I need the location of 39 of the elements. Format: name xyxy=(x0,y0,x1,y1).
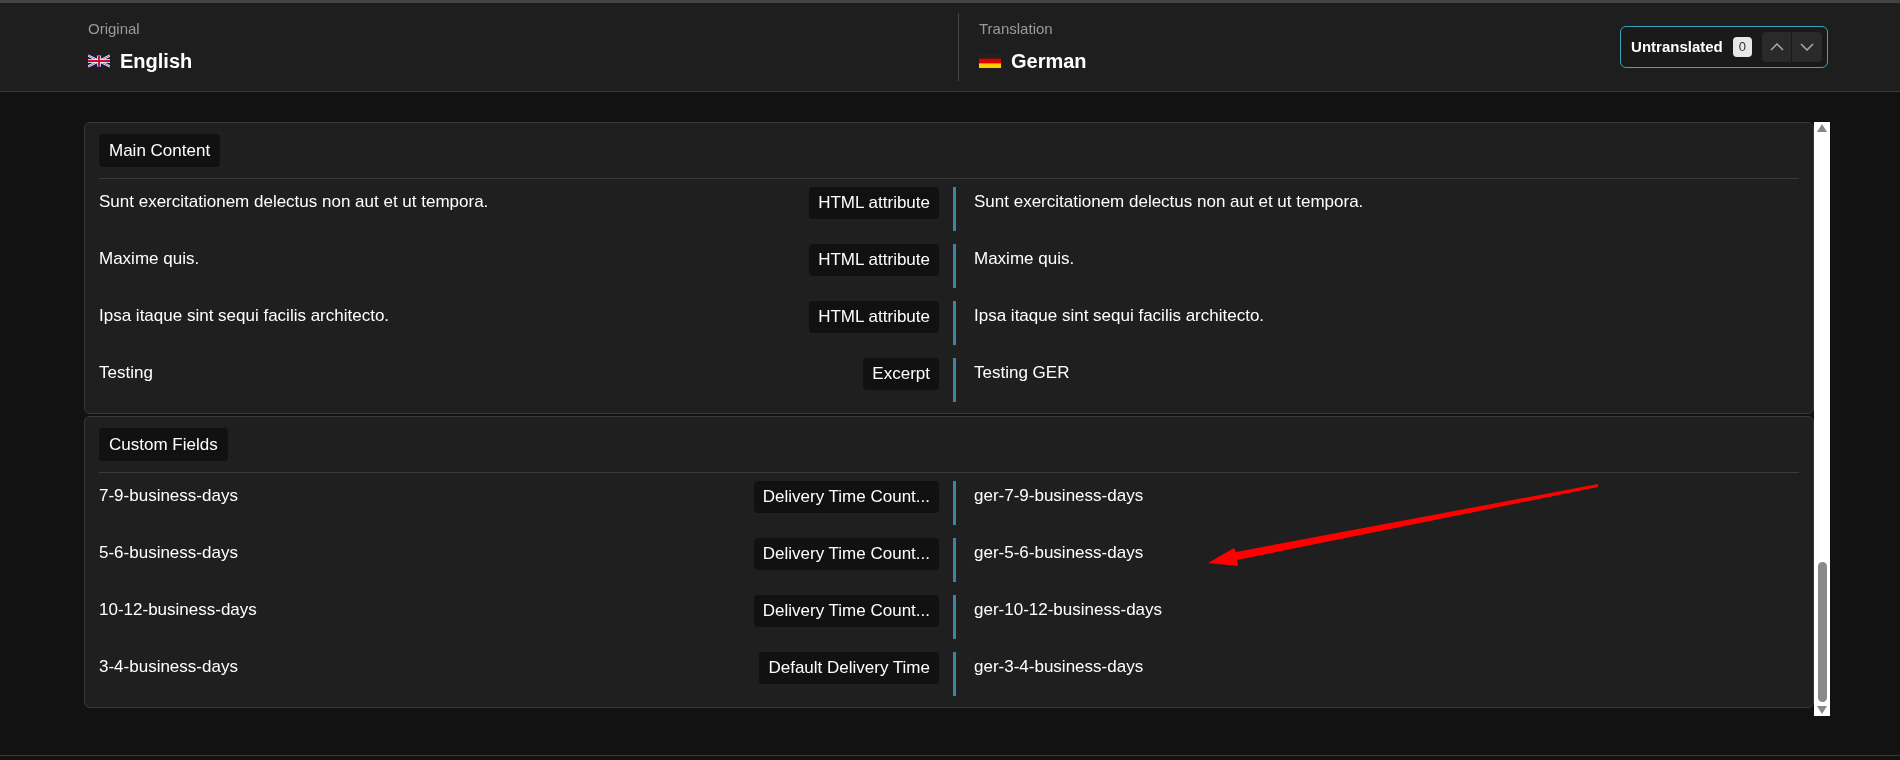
translation-text: ger-10-12-business-days xyxy=(974,599,1163,621)
chevron-down-icon xyxy=(1800,43,1814,51)
original-text: 7-9-business-days xyxy=(99,485,238,507)
original-text: 5-6-business-days xyxy=(99,542,238,564)
translation-text: Testing GER xyxy=(974,362,1070,384)
field-type-label: Excerpt xyxy=(863,358,939,390)
original-language: English xyxy=(120,49,193,75)
original-label: Original xyxy=(88,18,141,39)
translation-language: German xyxy=(1011,49,1087,75)
translation-text: ger-3-4-business-days xyxy=(974,656,1144,678)
field-type-label: HTML attribute xyxy=(809,301,939,333)
original-text: Maxime quis. xyxy=(99,248,200,270)
translation-text: Maxime quis. xyxy=(974,248,1075,270)
field-type-label: Default Delivery Time xyxy=(759,652,939,684)
translation-text: Ipsa itaque sint sequi facilis architecto. xyxy=(974,305,1265,327)
chevron-up-icon xyxy=(1769,43,1784,51)
field-type-label: HTML attribute xyxy=(809,244,939,276)
scroll-up-icon[interactable] xyxy=(1817,124,1827,132)
translation-label: Translation xyxy=(979,18,1054,39)
translation-text: Sunt exercitationem delectus non aut et ut tempora. xyxy=(974,191,1364,213)
count-badge: 0 xyxy=(1732,37,1752,57)
original-text: 3-4-business-days xyxy=(99,656,238,678)
original-text: Testing xyxy=(99,362,153,384)
section-title: Custom Fields xyxy=(99,427,228,462)
filter-label: Untranslated xyxy=(1631,36,1723,57)
translation-text: ger-7-9-business-days xyxy=(974,485,1144,507)
original-text: 10-12-business-days xyxy=(99,599,257,621)
section-title: Main Content xyxy=(99,133,221,168)
field-type-label: Delivery Time Count... xyxy=(753,595,939,627)
field-type-label: Delivery Time Count... xyxy=(753,481,939,513)
uk-flag-icon xyxy=(88,54,110,69)
original-text: Ipsa itaque sint sequi facilis architecto. xyxy=(99,305,390,327)
translation-text: ger-5-6-business-days xyxy=(974,542,1144,564)
field-type-label: HTML attribute xyxy=(809,187,939,219)
original-text: Sunt exercitationem delectus non aut et ut tempora. xyxy=(99,191,489,213)
field-type-label: Delivery Time Count... xyxy=(753,538,939,570)
scrollbar[interactable] xyxy=(1814,122,1830,716)
scrollbar-thumb[interactable] xyxy=(1817,562,1827,702)
scroll-down-icon[interactable] xyxy=(1817,706,1827,714)
